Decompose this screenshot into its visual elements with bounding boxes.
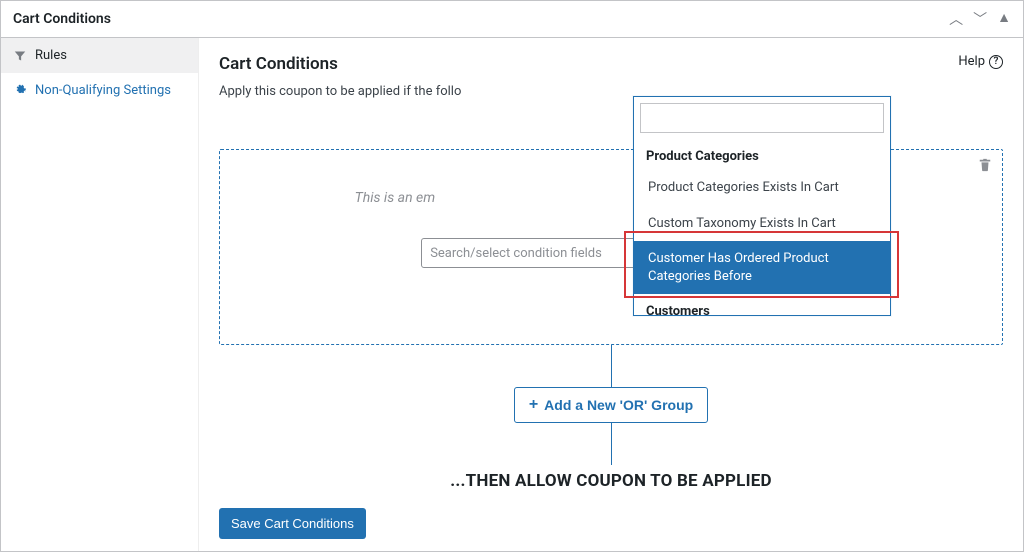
connector-line bbox=[611, 345, 612, 387]
sidebar-item-label: Non-Qualifying Settings bbox=[35, 83, 171, 98]
footer: Save Cart Conditions bbox=[219, 494, 1003, 539]
or-button-label: Add a New 'OR' Group bbox=[544, 397, 693, 413]
move-up-icon[interactable]: ︿ bbox=[949, 9, 963, 29]
save-cart-conditions-button[interactable]: Save Cart Conditions bbox=[219, 508, 366, 539]
sidebar: Rules Non-Qualifying Settings bbox=[1, 38, 199, 551]
dropdown-group-label: Product Categories bbox=[634, 139, 890, 170]
dropdown-option[interactable]: Custom Taxonomy Exists In Cart bbox=[634, 206, 890, 242]
then-allow-text: ...THEN ALLOW COUPON TO BE APPLIED bbox=[219, 471, 1003, 491]
cart-conditions-panel: Cart Conditions ︿ ﹀ ▲ Rules Non-Qualifyi… bbox=[0, 0, 1024, 552]
dropdown-list[interactable]: Product Categories Product Categories Ex… bbox=[634, 139, 890, 315]
connector-line bbox=[611, 423, 612, 465]
or-group-wrap: + Add a New 'OR' Group bbox=[219, 387, 1003, 423]
plus-icon: + bbox=[529, 396, 538, 414]
collapse-toggle-icon[interactable]: ▲ bbox=[997, 9, 1011, 29]
help-link[interactable]: Help ? bbox=[958, 54, 1003, 69]
move-down-icon[interactable]: ﹀ bbox=[973, 9, 987, 29]
condition-dropdown: Product Categories Product Categories Ex… bbox=[633, 96, 891, 316]
condition-select[interactable]: Search/select condition fields ﹀ bbox=[421, 238, 669, 268]
main-title: Cart Conditions bbox=[219, 54, 461, 74]
sidebar-item-non-qualifying[interactable]: Non-Qualifying Settings bbox=[1, 73, 198, 108]
dropdown-group-label: Customers bbox=[634, 294, 890, 315]
condition-select-placeholder: Search/select condition fields bbox=[430, 246, 602, 261]
sidebar-item-label: Rules bbox=[35, 48, 67, 63]
dropdown-option[interactable]: Product Categories Exists In Cart bbox=[634, 170, 890, 206]
main-description: Apply this coupon to be applied if the f… bbox=[219, 84, 461, 99]
gear-icon bbox=[13, 84, 27, 97]
help-label: Help bbox=[958, 54, 985, 69]
panel-header: Cart Conditions ︿ ﹀ ▲ bbox=[1, 1, 1023, 38]
dropdown-search-wrap bbox=[634, 97, 890, 139]
panel-controls: ︿ ﹀ ▲ bbox=[949, 9, 1011, 29]
sidebar-item-rules[interactable]: Rules bbox=[1, 38, 198, 73]
panel-title: Cart Conditions bbox=[13, 11, 111, 27]
delete-group-button[interactable] bbox=[978, 158, 992, 176]
filter-icon bbox=[13, 50, 27, 62]
help-icon: ? bbox=[989, 55, 1003, 69]
dropdown-search-input[interactable] bbox=[640, 103, 884, 133]
panel-body: Rules Non-Qualifying Settings Cart Condi… bbox=[1, 38, 1023, 551]
condition-select-display[interactable]: Search/select condition fields ﹀ bbox=[421, 238, 669, 268]
main-area: Cart Conditions Apply this coupon to be … bbox=[199, 38, 1023, 551]
add-or-group-button[interactable]: + Add a New 'OR' Group bbox=[514, 387, 708, 423]
dropdown-option-selected[interactable]: Customer Has Ordered Product Categories … bbox=[634, 241, 890, 294]
